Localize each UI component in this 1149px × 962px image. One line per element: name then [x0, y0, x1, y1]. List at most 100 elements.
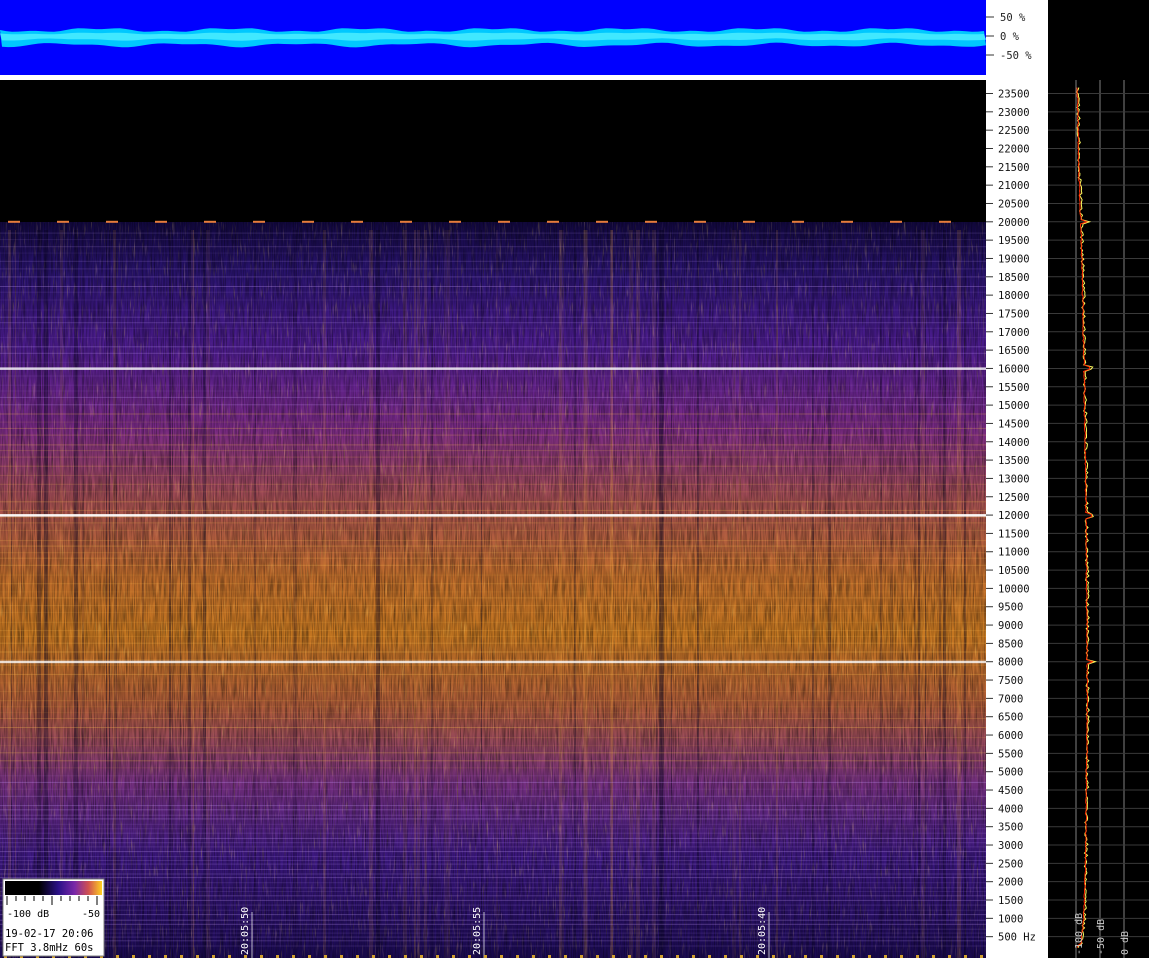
- time-streak: [106, 230, 107, 958]
- harmonic-line: [0, 309, 986, 311]
- time-streak: [921, 230, 925, 958]
- harmonic-line: [0, 904, 986, 906]
- harmonic-line: [0, 788, 986, 790]
- legend-fft-info: FFT 3.8mHz 60s: [5, 942, 94, 954]
- harmonic-line: [0, 752, 986, 754]
- time-streak: [444, 230, 447, 958]
- time-streak: [562, 230, 564, 958]
- frequency-tick-label: 6000: [998, 730, 1023, 742]
- spectrum-analyzer-window: 50 % 0 % -50 % -100 dB -50 dB 0 dB 20:05…: [0, 0, 1149, 958]
- harmonic-line: [0, 781, 986, 783]
- color-legend: -100 dB -50 19-02-17 20:06 FFT 3.8mHz 60…: [2, 878, 105, 957]
- spectrum-axis-label: -50 dB: [1096, 919, 1107, 955]
- harmonic-line: [0, 611, 986, 613]
- tonal-line-segment: [645, 220, 657, 223]
- time-streak: [957, 230, 961, 958]
- frequency-tick-label: 9000: [998, 620, 1023, 632]
- tonal-line-segment: [498, 220, 510, 223]
- harmonic-line: [0, 873, 986, 875]
- waveform-separator: [0, 75, 986, 80]
- time-streak: [172, 230, 173, 958]
- time-streak: [193, 230, 194, 958]
- harmonic-line: [0, 837, 986, 839]
- time-streak: [403, 230, 407, 958]
- time-streak: [109, 230, 110, 958]
- harmonic-line: [0, 635, 986, 637]
- frequency-tick-label: 15000: [998, 400, 1030, 412]
- time-streak: [37, 230, 41, 958]
- harmonic-line: [0, 928, 986, 930]
- time-streak: [369, 230, 373, 958]
- harmonic-line: [0, 465, 986, 467]
- harmonic-line: [0, 932, 986, 934]
- harmonic-line: [0, 268, 986, 270]
- frequency-tick-label: 15500: [998, 382, 1030, 394]
- harmonic-line: [0, 823, 986, 825]
- time-streak: [629, 230, 633, 958]
- frequency-tick-label: 14500: [998, 418, 1030, 430]
- spectrum-panel-background: [1048, 0, 1149, 958]
- harmonic-line: [0, 887, 986, 889]
- time-streak: [424, 230, 427, 958]
- harmonic-line: [0, 396, 986, 398]
- frequency-tick-label: 17000: [998, 327, 1030, 339]
- harmonic-line: [0, 491, 986, 493]
- time-streak: [188, 230, 191, 958]
- time-streak: [82, 230, 84, 958]
- waveform-scale: 50 % 0 % -50 %: [986, 12, 1032, 62]
- harmonic-line: [0, 909, 986, 911]
- tonal-line-segment: [890, 220, 902, 223]
- time-streak: [11, 230, 12, 958]
- harmonic-line: [0, 891, 986, 892]
- frequency-tick-label: 10000: [998, 583, 1030, 595]
- harmonic-line: [0, 591, 986, 593]
- time-streak: [914, 230, 916, 958]
- frequency-tick-label: 11500: [998, 528, 1030, 540]
- harmonic-line: [0, 809, 986, 811]
- time-streak: [21, 230, 22, 958]
- chart-canvas: 50 % 0 % -50 % -100 dB -50 dB 0 dB 20:05…: [0, 0, 1149, 958]
- frequency-tick-label: 19000: [998, 253, 1030, 265]
- frequency-tick-label: 11000: [998, 547, 1030, 559]
- time-streak: [15, 230, 16, 958]
- harmonic-line: [0, 936, 986, 938]
- time-streak: [44, 230, 48, 958]
- frequency-tick-label: 16500: [998, 345, 1030, 357]
- time-streak: [918, 230, 920, 958]
- harmonic-line: [0, 673, 986, 675]
- harmonic-line: [0, 474, 986, 476]
- harmonic-line: [0, 882, 986, 884]
- time-streak: [925, 230, 926, 958]
- harmonic-line: [0, 642, 986, 644]
- time-streak: [113, 230, 116, 958]
- harmonic-line: [0, 863, 986, 865]
- time-streak: [659, 230, 660, 958]
- harmonic-line: [0, 384, 986, 386]
- tonal-line: [0, 514, 986, 517]
- time-streak: [697, 230, 699, 958]
- time-streak: [611, 230, 613, 958]
- frequency-tick-label: 18000: [998, 290, 1030, 302]
- time-streak: [943, 230, 946, 958]
- time-streak: [636, 230, 640, 958]
- harmonic-line: [0, 775, 986, 777]
- frequency-tick-label: 13000: [998, 473, 1030, 485]
- time-label: 20:05:50: [240, 907, 251, 955]
- harmonic-line: [0, 545, 986, 547]
- frequency-axis: 500 Hz 1000 1500 2000 2500 3000 3500 4000 4500 50…: [986, 80, 1048, 958]
- tonal-line-segment: [694, 220, 706, 223]
- harmonic-line: [0, 737, 986, 739]
- time-streak: [8, 230, 11, 958]
- harmonic-line: [0, 434, 986, 436]
- time-streak: [457, 230, 458, 958]
- time-streak: [739, 230, 741, 958]
- time-streak: [901, 230, 903, 958]
- harmonic-line: [0, 869, 986, 870]
- frequency-tick-label: 13500: [998, 455, 1030, 467]
- harmonic-line: [0, 522, 986, 524]
- frequency-tick-label: 19500: [998, 235, 1030, 247]
- harmonic-line: [0, 814, 986, 816]
- time-streak: [206, 230, 210, 958]
- time-streak: [323, 230, 326, 958]
- harmonic-line: [0, 564, 986, 566]
